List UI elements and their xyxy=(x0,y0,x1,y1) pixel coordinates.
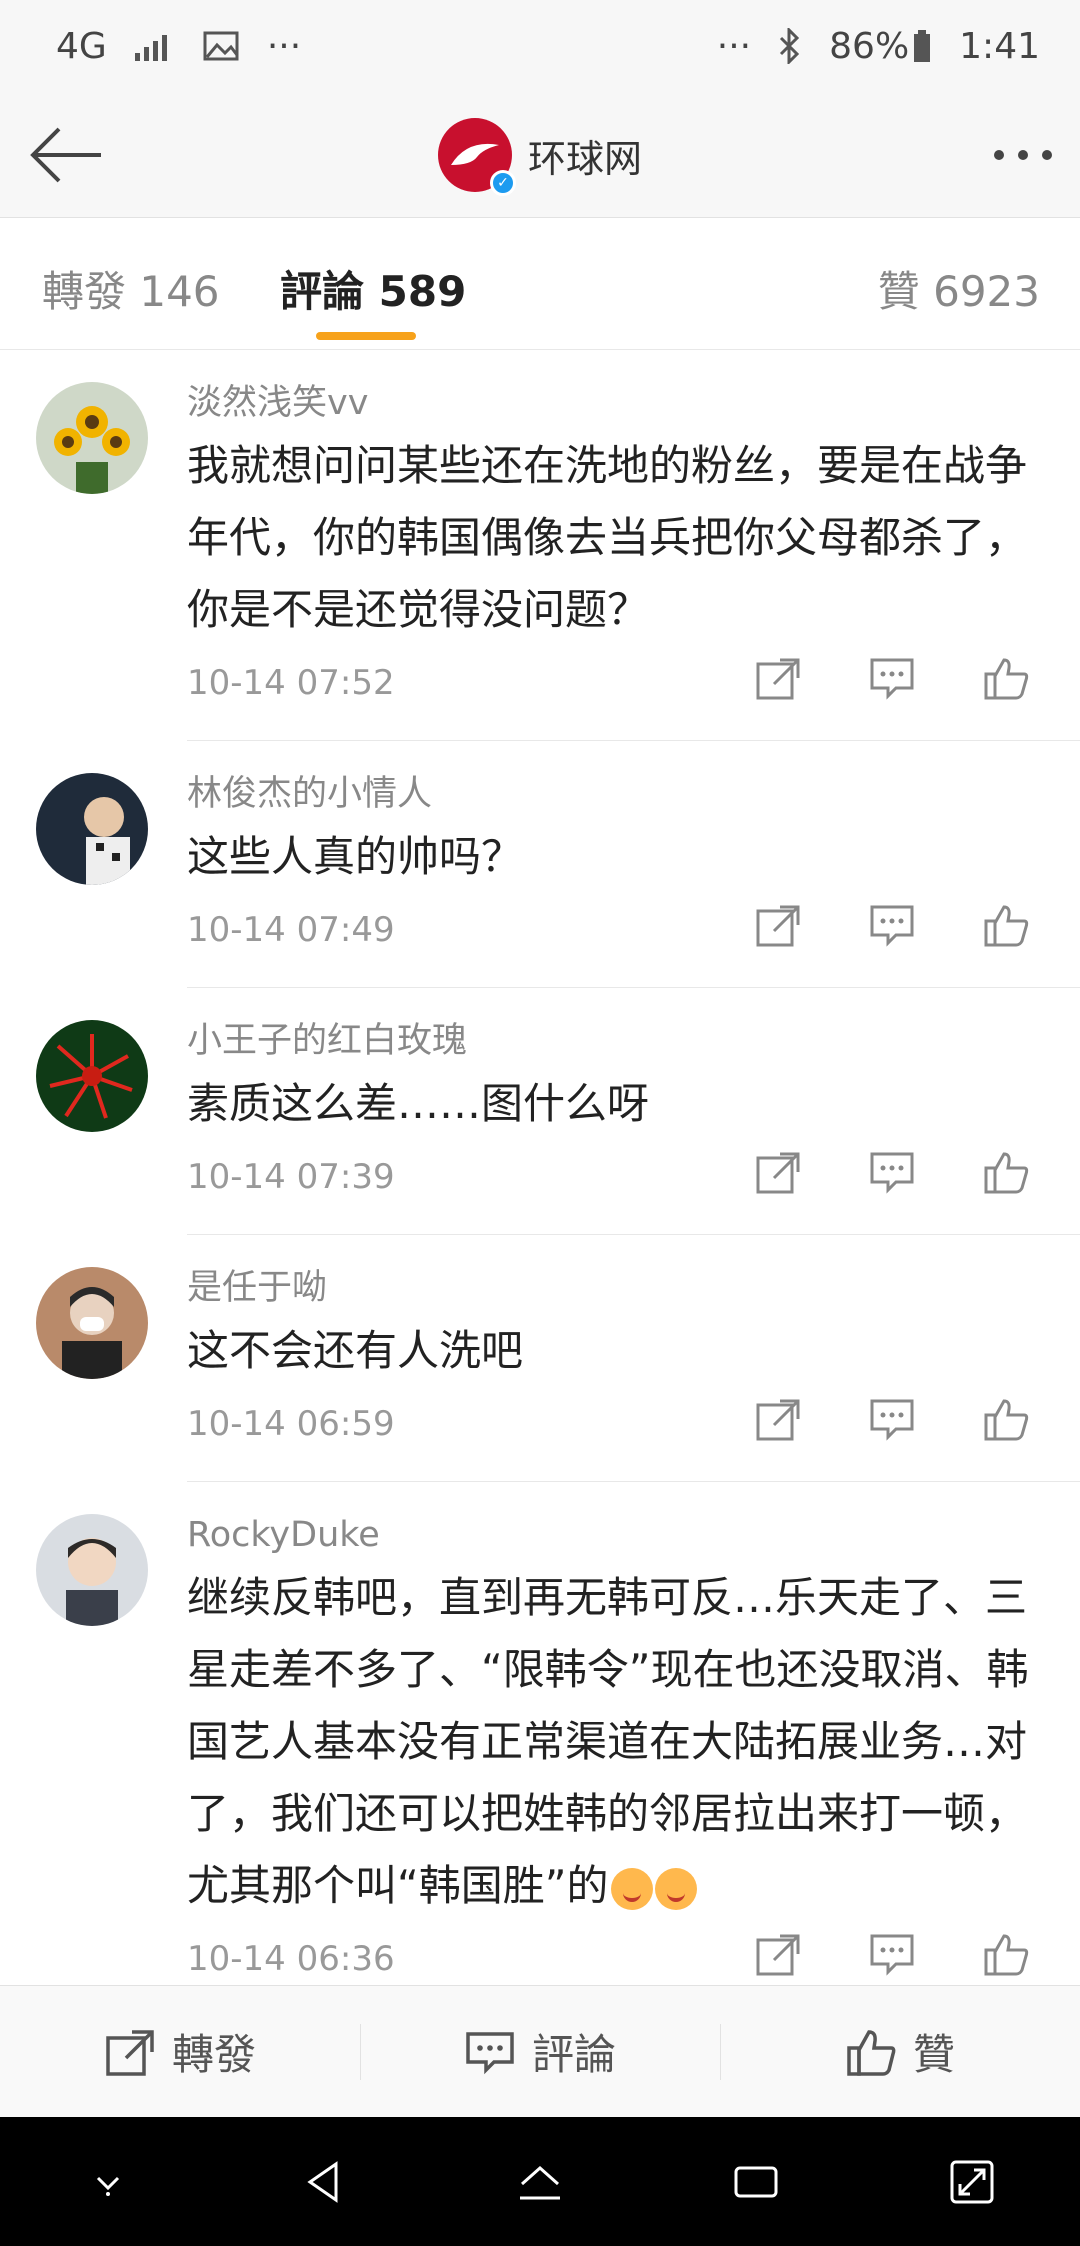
tab-likes[interactable]: 贊 6923 xyxy=(878,258,1040,319)
comment-time: 10-14 07:39 xyxy=(187,1157,395,1197)
red-flower-avatar-icon xyxy=(36,1020,148,1132)
avatar[interactable] xyxy=(36,1267,148,1379)
repost-label: 轉發 xyxy=(171,2030,256,2079)
image-icon xyxy=(203,31,239,61)
comment-list: 淡然浅笑vv 我就想问问某些还在洗地的粉丝，要是在战争年代，你的韩国偶像去当兵把… xyxy=(0,350,1080,1985)
reply-icon[interactable] xyxy=(868,901,916,949)
fullscreen-icon[interactable] xyxy=(944,2154,1000,2210)
sunflower-avatar-icon xyxy=(36,382,148,494)
reply-icon[interactable] xyxy=(868,1148,916,1196)
bluetooth-icon xyxy=(780,28,800,64)
like-icon[interactable] xyxy=(982,901,1030,949)
comment-time: 10-14 06:36 xyxy=(187,1939,395,1979)
status-bar: 4G ··· ··· 86% 1:41 xyxy=(0,0,1080,92)
comment-time: 10-14 07:52 xyxy=(187,663,395,703)
battery-level: 86% xyxy=(829,25,910,67)
system-navigation-bar xyxy=(0,2117,1080,2246)
page-title: 环球网 xyxy=(527,136,642,181)
comment-author[interactable]: 是任于呦 xyxy=(187,1263,1050,1313)
dot-icon xyxy=(1042,150,1052,160)
avatar[interactable] xyxy=(36,382,148,494)
like-icon[interactable] xyxy=(982,1395,1030,1443)
comment-author[interactable]: 林俊杰的小情人 xyxy=(187,769,1050,819)
account-avatar[interactable]: ✓ xyxy=(437,118,516,196)
repost-button[interactable]: 轉發 xyxy=(0,1986,360,2117)
signal-icon xyxy=(134,35,167,61)
network-indicator: 4G xyxy=(56,25,107,67)
chevron-down-icon[interactable] xyxy=(80,2154,136,2210)
recent-apps-icon[interactable] xyxy=(728,2154,784,2210)
share-icon[interactable] xyxy=(754,654,802,702)
comment-author[interactable]: 小王子的红白玫瑰 xyxy=(187,1016,1050,1066)
back-triangle-icon[interactable] xyxy=(296,2154,352,2210)
comment-item: 淡然浅笑vv 我就想问问某些还在洗地的粉丝，要是在战争年代，你的韩国偶像去当兵把… xyxy=(0,350,1080,741)
comment-text: 素质这么差……图什么呀 xyxy=(187,1079,650,1128)
home-icon[interactable] xyxy=(512,2154,568,2210)
comment-item: RockyDuke 继续反韩吧，直到再无韩可反…乐天走了、三星走差不多了、“限韩… xyxy=(0,1482,1080,1985)
dot-icon xyxy=(994,150,1004,160)
comment-author[interactable]: RockyDuke xyxy=(187,1510,1050,1560)
comment-label: 評論 xyxy=(531,2030,616,2079)
share-icon[interactable] xyxy=(754,1930,802,1978)
birthday-avatar-icon xyxy=(36,773,148,885)
active-tab-indicator xyxy=(316,332,416,340)
more-status-icon: ··· xyxy=(716,25,752,67)
tab-reposts[interactable]: 轉發 146 xyxy=(42,258,220,319)
comment-text: 继续反韩吧，直到再无韩可反…乐天走了、三星走差不多了、“限韩令”现在也还没取消、… xyxy=(187,1562,1050,1922)
battery-icon xyxy=(914,30,931,62)
like-icon[interactable] xyxy=(982,1148,1030,1196)
avatar[interactable] xyxy=(36,773,148,885)
comment-text: 我就想问问某些还在洗地的粉丝，要是在战争年代，你的韩国偶像去当兵把你父母都杀了，… xyxy=(187,441,1028,634)
blushing-emoji-icon xyxy=(610,1867,653,1910)
blushing-emoji-icon xyxy=(654,1867,697,1910)
comment-time: 10-14 06:59 xyxy=(187,1404,395,1444)
share-icon xyxy=(106,2029,154,2076)
like-icon[interactable] xyxy=(982,1930,1030,1978)
bottom-action-bar: 轉發 評論 贊 xyxy=(0,1985,1080,2117)
like-button[interactable]: 贊 xyxy=(720,1986,1080,2117)
tab-comments[interactable]: 評論 589 xyxy=(280,258,466,319)
clock: 1:41 xyxy=(959,25,1040,67)
avatar[interactable] xyxy=(36,1514,148,1626)
like-icon xyxy=(847,2029,896,2076)
comment-author[interactable]: 淡然浅笑vv xyxy=(187,378,1050,428)
reply-icon[interactable] xyxy=(868,654,916,702)
logo-icon xyxy=(450,143,499,165)
share-icon[interactable] xyxy=(754,901,802,949)
reply-icon[interactable] xyxy=(868,1930,916,1978)
share-icon[interactable] xyxy=(754,1148,802,1196)
title-bar: ✓ 环球网 xyxy=(0,92,1080,218)
comment-text-content: 继续反韩吧，直到再无韩可反…乐天走了、三星走差不多了、“限韩令”现在也还没取消、… xyxy=(187,1573,1029,1910)
reply-icon[interactable] xyxy=(868,1395,916,1443)
like-label: 贊 xyxy=(912,2030,955,2079)
like-icon[interactable] xyxy=(982,654,1030,702)
comment-item: 林俊杰的小情人 这些人真的帅吗？ 10-14 07:49 xyxy=(0,741,1080,988)
share-icon[interactable] xyxy=(754,1395,802,1443)
tab-bar: 轉發 146 評論 589 贊 6923 xyxy=(0,218,1080,350)
comment-icon xyxy=(466,2031,514,2074)
more-notifications-icon: ··· xyxy=(266,25,302,67)
more-options-button[interactable] xyxy=(994,132,1052,178)
person-mask-avatar-icon xyxy=(36,1267,148,1379)
comment-text: 这不会还有人洗吧 xyxy=(187,1326,524,1375)
dot-icon xyxy=(1018,150,1028,160)
comment-button[interactable]: 評論 xyxy=(360,1986,720,2117)
comment-item: 是任于呦 这不会还有人洗吧 10-14 06:59 xyxy=(0,1235,1080,1482)
comment-item: 小王子的红白玫瑰 素质这么差……图什么呀 10-14 07:39 xyxy=(0,988,1080,1235)
comment-text: 这些人真的帅吗？ xyxy=(187,832,524,881)
verified-badge-icon: ✓ xyxy=(489,170,516,196)
comment-time: 10-14 07:49 xyxy=(187,910,395,950)
avatar[interactable] xyxy=(36,1020,148,1132)
child-avatar-icon xyxy=(36,1514,148,1626)
